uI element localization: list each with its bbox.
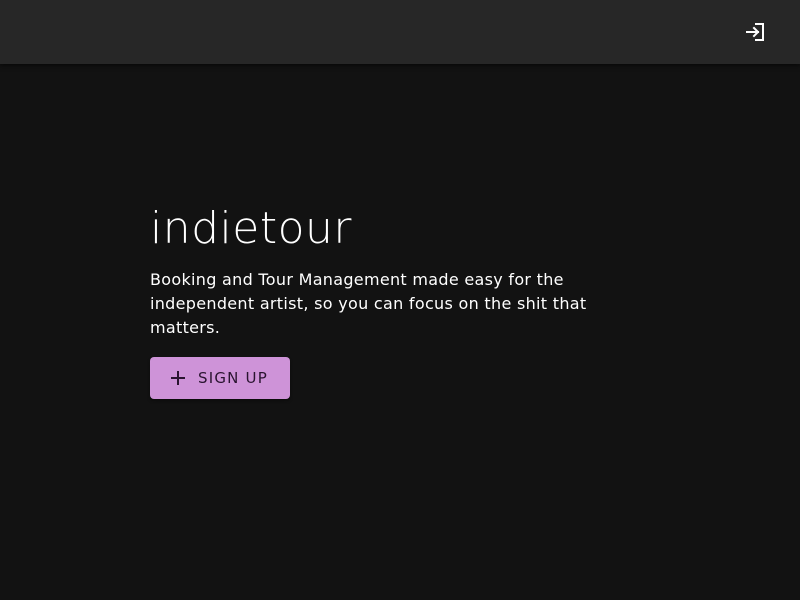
app-title: indietour xyxy=(150,203,352,254)
app-bar xyxy=(0,0,800,64)
tagline: Booking and Tour Management made easy fo… xyxy=(150,270,587,337)
hero-section: indietour Booking and Tour Management ma… xyxy=(150,200,610,399)
signup-label: Sign up xyxy=(198,369,268,387)
signup-button[interactable]: Sign up xyxy=(150,357,290,399)
login-icon xyxy=(746,23,764,41)
login-button[interactable] xyxy=(740,16,772,48)
plus-icon xyxy=(170,370,186,386)
